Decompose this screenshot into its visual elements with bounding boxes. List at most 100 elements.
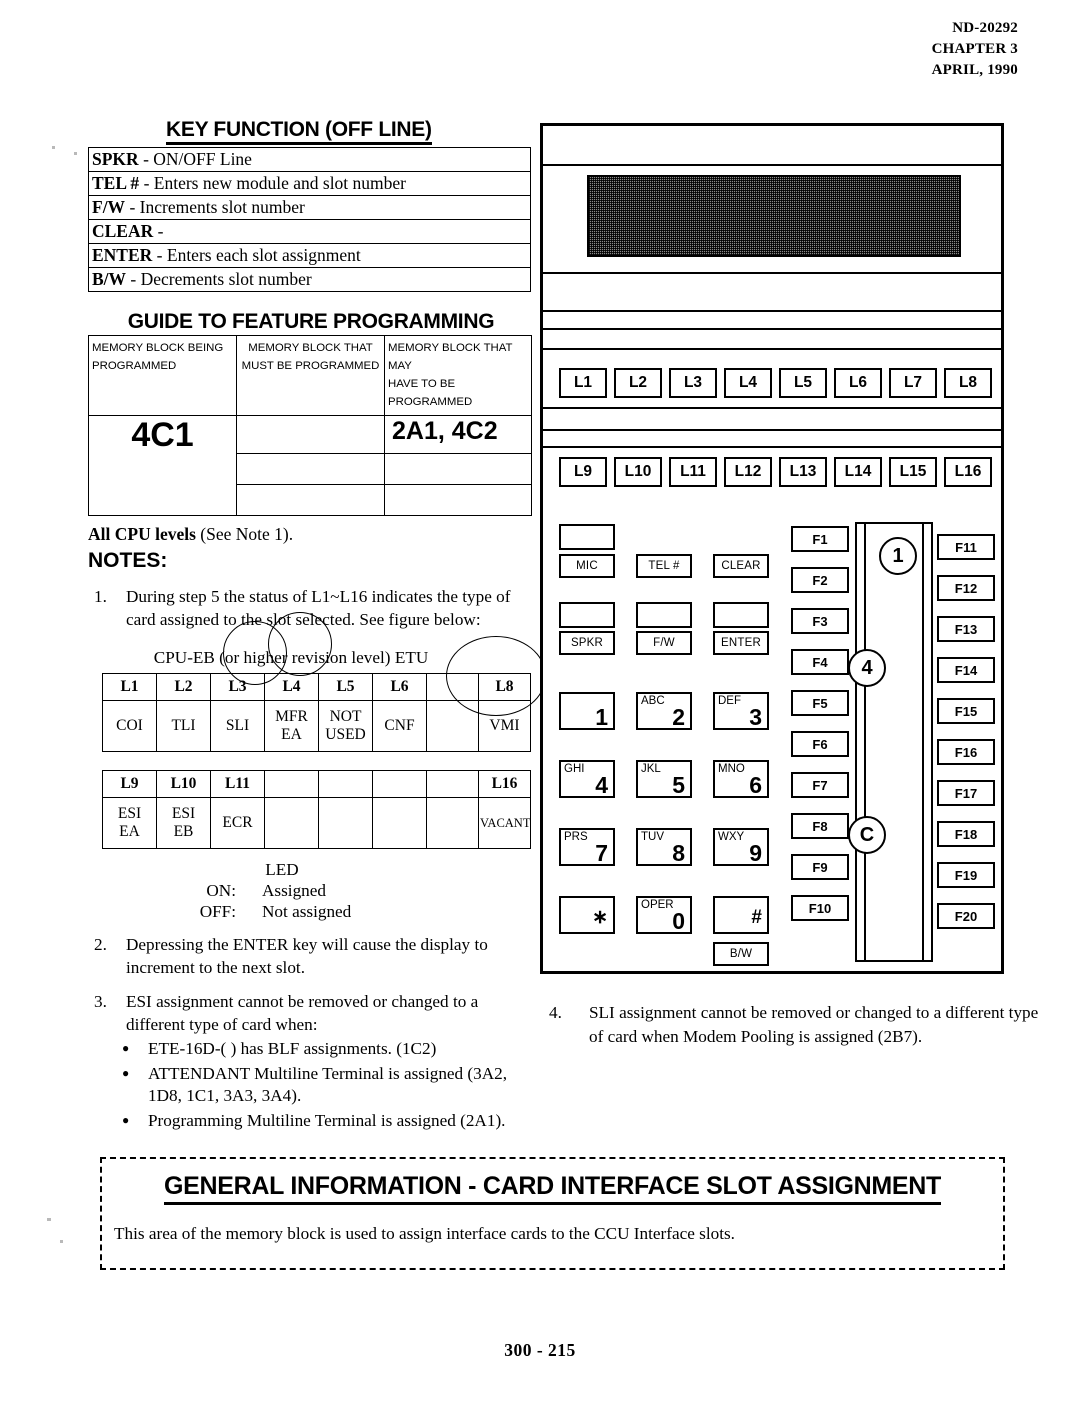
dial-key-5[interactable]: JKL 5 (636, 760, 692, 798)
callout-circle-1: 1 (879, 537, 917, 575)
dial-key-digit: 5 (672, 772, 685, 798)
slot-value (426, 797, 479, 849)
blank-key-spkr[interactable] (559, 602, 615, 628)
line-key-l15[interactable]: L15 (889, 457, 937, 487)
page-footer: 300 - 215 (504, 1340, 576, 1360)
line-key-l8[interactable]: L8 (944, 368, 992, 398)
annotation-ellipse-vmi (446, 636, 546, 716)
function-key-mic[interactable]: MIC (559, 554, 615, 578)
line-key-l11[interactable]: L11 (669, 457, 717, 487)
slot-value (318, 797, 373, 849)
table-header-row: L9 L10 L11 L16 (102, 770, 531, 798)
function-key-f16[interactable]: F16 (937, 739, 995, 765)
function-key-clear[interactable]: CLEAR (713, 554, 769, 578)
line-key-l12[interactable]: L12 (724, 457, 772, 487)
scan-speck (47, 1218, 51, 1221)
function-key-f17[interactable]: F17 (937, 780, 995, 806)
line-key-l5[interactable]: L5 (779, 368, 827, 398)
annotation-ellipse-mfr (268, 612, 332, 676)
function-key-fw[interactable]: F/W (636, 631, 692, 655)
dial-key-7[interactable]: PRS 7 (559, 828, 615, 866)
blank-key-mic[interactable] (559, 524, 615, 550)
function-key-f7[interactable]: F7 (791, 772, 849, 798)
line-key-l14[interactable]: L14 (834, 457, 882, 487)
note-number: 2. (94, 935, 107, 954)
function-key-f12[interactable]: F12 (937, 575, 995, 601)
document-page: ND-20292 CHAPTER 3 APRIL, 1990 KEY FUNCT… (0, 0, 1080, 1405)
general-information-banner: GENERAL INFORMATION - CARD INTERFACE SLO… (100, 1157, 1005, 1270)
dial-key-pound[interactable]: # (713, 896, 769, 934)
slot-value (264, 797, 319, 849)
function-key-f14[interactable]: F14 (937, 657, 995, 683)
function-key-bw[interactable]: B/W (713, 942, 769, 966)
table-row: 4C1 2A1, 4C2 (88, 415, 532, 516)
banner-title: GENERAL INFORMATION - CARD INTERFACE SLO… (102, 1172, 1003, 1205)
scan-speck (74, 152, 77, 155)
function-key-tel[interactable]: TEL # (636, 554, 692, 578)
blank-key-fw[interactable] (636, 602, 692, 628)
note-text: ESI assignment cannot be removed or chan… (126, 992, 479, 1034)
function-key-f3[interactable]: F3 (791, 608, 849, 634)
function-key-f15[interactable]: F15 (937, 698, 995, 724)
function-key-f9[interactable]: F9 (791, 854, 849, 880)
led-legend-value: Assigned (262, 881, 326, 900)
dial-key-9[interactable]: WXY 9 (713, 828, 769, 866)
line-key-l2[interactable]: L2 (614, 368, 662, 398)
dial-key-digit: ∗ (592, 907, 608, 928)
may-program-cell (384, 484, 532, 516)
guide-header-line1: MEMORY BLOCK THAT MAY (388, 342, 513, 372)
function-key-f6[interactable]: F6 (791, 731, 849, 757)
line-key-l3[interactable]: L3 (669, 368, 717, 398)
note-4: 4. SLI assignment cannot be removed or c… (549, 1001, 1051, 1049)
function-key-f1[interactable]: F1 (791, 526, 849, 552)
doc-chapter: CHAPTER 3 (931, 41, 1018, 57)
dial-key-star[interactable]: ∗ (559, 896, 615, 934)
line-key-l10[interactable]: L10 (614, 457, 662, 487)
key-label: ENTER (92, 245, 153, 265)
guide-table: MEMORY BLOCK BEING PROGRAMMED MEMORY BLO… (88, 335, 532, 516)
line-key-l13[interactable]: L13 (779, 457, 827, 487)
function-key-f13[interactable]: F13 (937, 616, 995, 642)
function-key-f4[interactable]: F4 (791, 649, 849, 675)
slot-label: L11 (210, 770, 265, 798)
function-key-f10[interactable]: F10 (791, 895, 849, 921)
function-key-f11[interactable]: F11 (937, 534, 995, 560)
line-key-l1[interactable]: L1 (559, 368, 607, 398)
slot-label (264, 770, 319, 798)
dial-key-letters: MNO (718, 763, 745, 775)
dial-key-3[interactable]: DEF 3 (713, 692, 769, 730)
key-label: F/W (92, 197, 126, 217)
handset-rest-strip (855, 522, 933, 962)
dial-key-0[interactable]: OPER 0 (636, 896, 692, 934)
function-key-f8[interactable]: F8 (791, 813, 849, 839)
blank-key-enter[interactable] (713, 602, 769, 628)
function-key-enter[interactable]: ENTER (713, 631, 769, 655)
line-key-l9[interactable]: L9 (559, 457, 607, 487)
dial-key-2[interactable]: ABC 2 (636, 692, 692, 730)
line-key-l6[interactable]: L6 (834, 368, 882, 398)
function-key-f19[interactable]: F19 (937, 862, 995, 888)
dial-key-6[interactable]: MNO 6 (713, 760, 769, 798)
slot-label (318, 770, 373, 798)
function-key-f20[interactable]: F20 (937, 903, 995, 929)
table-row: B/W - Decrements slot number (88, 267, 531, 292)
note-text: SLI assignment cannot be removed or chan… (589, 1003, 1039, 1046)
dial-key-8[interactable]: TUV 8 (636, 828, 692, 866)
guide-header-line1: MEMORY BLOCK BEING (92, 342, 224, 354)
note-2: 2. Depressing the ENTER key will cause t… (88, 934, 534, 979)
function-key-f5[interactable]: F5 (791, 690, 849, 716)
function-key-f2[interactable]: F2 (791, 567, 849, 593)
dial-key-1[interactable]: 1 (559, 692, 615, 730)
line-key-l16[interactable]: L16 (944, 457, 992, 487)
function-key-spkr[interactable]: SPKR (559, 631, 615, 655)
dial-key-4[interactable]: GHI 4 (559, 760, 615, 798)
doc-number: ND-20292 (952, 20, 1018, 36)
callout-circle-c: C (848, 816, 886, 854)
cpu-levels-rest: (See Note 1). (200, 524, 294, 544)
dial-key-digit: 2 (672, 704, 685, 730)
line-key-l4[interactable]: L4 (724, 368, 772, 398)
table-row: ENTER - Enters each slot assignment (88, 243, 531, 268)
line-key-l7[interactable]: L7 (889, 368, 937, 398)
dial-key-letters: OPER (641, 899, 674, 911)
function-key-f18[interactable]: F18 (937, 821, 995, 847)
